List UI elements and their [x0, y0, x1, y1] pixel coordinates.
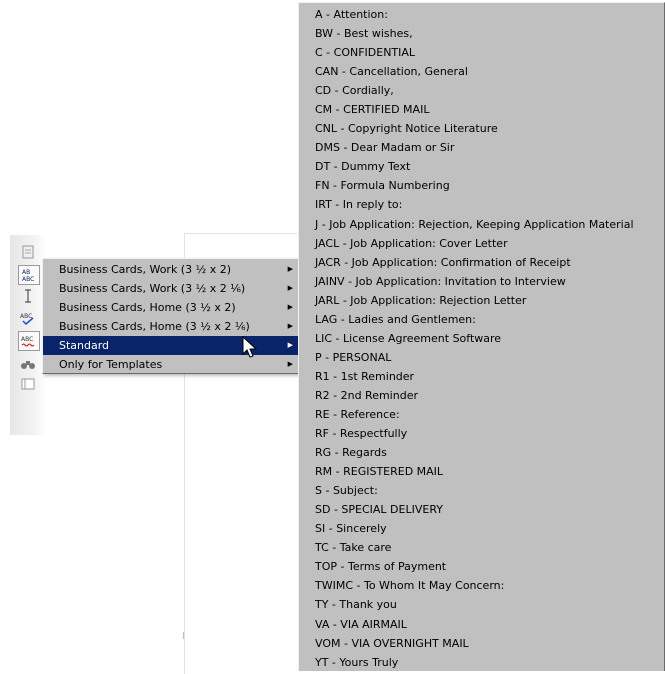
autotext-item[interactable]: J - Job Application: Rejection, Keeping … [299, 215, 664, 234]
autotext-item[interactable]: CAN - Cancellation, General [299, 62, 664, 81]
ruler-tick [183, 632, 184, 639]
binoculars-icon[interactable] [18, 355, 38, 373]
spellcheck-icon[interactable]: ABC [18, 309, 38, 327]
menu-item-business-cards-work-alt[interactable]: Business Cards, Work (3 ½ x 2 ⅙) ▶ [43, 279, 299, 298]
autotext-category-menu: Business Cards, Work (3 ½ x 2) ▶ Busines… [42, 258, 300, 374]
autotext-item[interactable]: C - CONFIDENTIAL [299, 43, 664, 62]
autotext-item[interactable]: BW - Best wishes, [299, 24, 664, 43]
submenu-arrow-icon: ▶ [287, 265, 293, 273]
autotext-item[interactable]: RE - Reference: [299, 405, 664, 424]
main-toolbar: AB ABC ABC ABC [10, 235, 46, 435]
autotext-item[interactable]: R2 - 2nd Reminder [299, 386, 664, 405]
submenu-arrow-icon: ▶ [287, 341, 293, 349]
svg-text:AB: AB [22, 269, 30, 276]
mouse-pointer-icon [242, 336, 258, 358]
autotext-item[interactable]: VOM - VIA OVERNIGHT MAIL [299, 634, 664, 653]
autotext-item[interactable]: DMS - Dear Madam or Sir [299, 138, 664, 157]
autotext-item[interactable]: CM - CERTIFIED MAIL [299, 100, 664, 119]
svg-text:ABC: ABC [20, 313, 32, 320]
autotext-item[interactable]: RF - Respectfully [299, 424, 664, 443]
autotext-item[interactable]: TOP - Terms of Payment [299, 557, 664, 576]
menu-item-label: Standard [59, 339, 110, 352]
autotext-item[interactable]: YT - Yours Truly [299, 653, 664, 672]
autotext-item[interactable]: CD - Cordially, [299, 81, 664, 100]
menu-item-business-cards-home-alt[interactable]: Business Cards, Home (3 ½ x 2 ⅙) ▶ [43, 317, 299, 336]
autotext-item[interactable]: R1 - 1st Reminder [299, 367, 664, 386]
autotext-item[interactable]: JACL - Job Application: Cover Letter [299, 234, 664, 253]
autotext-item[interactable]: CNL - Copyright Notice Literature [299, 119, 664, 138]
menu-item-standard[interactable]: Standard ▶ [43, 336, 299, 355]
menu-item-label: Business Cards, Work (3 ½ x 2) [59, 263, 232, 276]
autotext-item[interactable]: VA - VIA AIRMAIL [299, 615, 664, 634]
submenu-arrow-icon: ▶ [287, 303, 293, 311]
autotext-item[interactable]: TY - Thank you [299, 595, 664, 614]
autotext-item[interactable]: JARL - Job Application: Rejection Letter [299, 291, 664, 310]
menu-item-only-for-templates[interactable]: Only for Templates ▶ [43, 355, 299, 374]
menu-item-label: Business Cards, Home (3 ½ x 2 ⅙) [59, 320, 250, 333]
autotext-item[interactable]: LIC - License Agreement Software [299, 329, 664, 348]
submenu-arrow-icon: ▶ [287, 360, 293, 368]
submenu-arrow-icon: ▶ [287, 284, 293, 292]
navigator-icon[interactable] [18, 375, 38, 393]
autotext-entries-menu: A - Attention: BW - Best wishes, C - CON… [298, 2, 665, 671]
autotext-item[interactable]: JACR - Job Application: Confirmation of … [299, 253, 664, 272]
autotext-item[interactable]: SD - SPECIAL DELIVERY [299, 500, 664, 519]
page-icon[interactable] [18, 243, 38, 261]
autotext-item[interactable]: TWIMC - To Whom It May Concern: [299, 576, 664, 595]
autotext-item[interactable]: RG - Regards [299, 443, 664, 462]
autotext-item[interactable]: DT - Dummy Text [299, 157, 664, 176]
auto-spellcheck-icon[interactable]: ABC [18, 331, 40, 351]
autotext-item[interactable]: JAINV - Job Application: Invitation to I… [299, 272, 664, 291]
svg-text:ABC: ABC [22, 276, 34, 282]
text-cursor-icon[interactable] [18, 287, 38, 305]
autotext-item[interactable]: LAG - Ladies and Gentlemen: [299, 310, 664, 329]
menu-item-label: Business Cards, Home (3 ½ x 2) [59, 301, 236, 314]
submenu-arrow-icon: ▶ [287, 322, 293, 330]
autotext-item[interactable]: IRT - In reply to: [299, 195, 664, 214]
autotext-item[interactable]: P - PERSONAL [299, 348, 664, 367]
svg-text:ABC: ABC [21, 336, 33, 343]
autotext-icon[interactable]: AB ABC [18, 265, 40, 285]
autotext-item[interactable]: A - Attention: [299, 5, 664, 24]
autotext-item[interactable]: S - Subject: [299, 481, 664, 500]
autotext-item[interactable]: RM - REGISTERED MAIL [299, 462, 664, 481]
autotext-item[interactable]: SI - Sincerely [299, 519, 664, 538]
menu-item-business-cards-home[interactable]: Business Cards, Home (3 ½ x 2) ▶ [43, 298, 299, 317]
menu-item-business-cards-work[interactable]: Business Cards, Work (3 ½ x 2) ▶ [43, 260, 299, 279]
autotext-item[interactable]: TC - Take care [299, 538, 664, 557]
autotext-item[interactable]: FN - Formula Numbering [299, 176, 664, 195]
menu-item-label: Business Cards, Work (3 ½ x 2 ⅙) [59, 282, 246, 295]
menu-item-label: Only for Templates [59, 358, 163, 371]
